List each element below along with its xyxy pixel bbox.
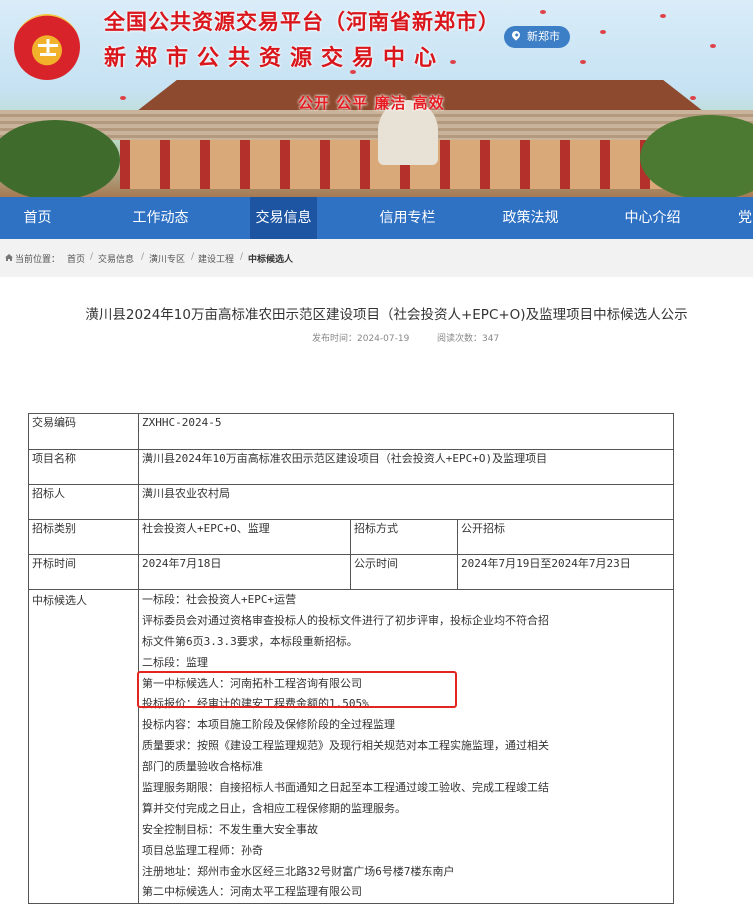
highlight-box	[137, 671, 457, 708]
location-label: 新郑市	[527, 30, 560, 43]
platform-title: 全国公共资源交易平台（河南省新郑市）	[104, 10, 500, 34]
location-pin-icon	[510, 29, 522, 41]
main-nav: 首页 工作动态 交易信息 信用专栏 政策法规 中心介绍 党	[0, 197, 753, 239]
breadcrumb-separator: /	[240, 252, 244, 262]
trade-no-label: 交易编码	[28, 413, 139, 450]
project-name-label: 项目名称	[28, 449, 139, 485]
project-name-value: 潢川县2024年10万亩高标准农田示范区建设项目（社会投资人+EPC+O)及监理…	[138, 449, 674, 485]
table-row: 中标候选人 一标段：社会投资人+EPC+运营 评标委员会对通过资格审查投标人的投…	[28, 588, 674, 904]
nav-item-party[interactable]: 党	[738, 197, 753, 239]
tender-type-value: 社会投资人+EPC+O、监理	[138, 519, 351, 555]
nav-item-trade-info[interactable]: 交易信息	[250, 197, 317, 239]
nav-item-credit[interactable]: 信用专栏	[355, 197, 460, 239]
bid-info-table: 交易编码 ZXHHC-2024-5 项目名称 潢川县2024年10万亩高标准农田…	[28, 413, 674, 904]
table-row: 招标类别 社会投资人+EPC+O、监理 招标方式 公开招标	[28, 519, 674, 555]
candidate-line: 一标段：社会投资人+EPC+运营	[142, 593, 297, 606]
candidate-line: 监理服务期限：自接招标人书面通知之日起至本工程通过竣工验收、完成工程竣工结	[142, 781, 549, 795]
logo-emblem-icon	[38, 39, 58, 56]
candidate-line: 投标内容：本项目施工阶段及保修阶段的全过程监理	[142, 718, 395, 732]
table-row: 招标人 潢川县农业农村局	[28, 484, 674, 520]
view-count: 阅读次数：347	[437, 334, 500, 344]
site-logo[interactable]	[14, 14, 80, 80]
breadcrumb-separator: /	[90, 252, 94, 262]
table-row: 项目名称 潢川县2024年10万亩高标准农田示范区建设项目（社会投资人+EPC+…	[28, 449, 674, 485]
tree-left-image	[0, 120, 120, 197]
candidate-label: 中标候选人	[28, 588, 139, 904]
breadcrumb-trade-info[interactable]: 交易信息	[98, 252, 134, 265]
temple-stairs-image	[0, 110, 753, 140]
candidate-line: 注册地址：郑州市金水区经三北路32号财富广场6号楼7楼东南户	[142, 864, 455, 878]
breadcrumb-separator: /	[191, 252, 195, 262]
breadcrumb-construction[interactable]: 建设工程	[198, 252, 234, 265]
candidate-line: 评标委员会对通过资格审查投标人的投标文件进行了初步评审，投标企业均不符合招	[142, 613, 549, 627]
home-icon	[5, 254, 13, 261]
tender-type-label: 招标类别	[28, 519, 139, 555]
publicity-label: 公示时间	[350, 554, 458, 590]
breadcrumb-home[interactable]: 首页	[67, 252, 85, 265]
location-button[interactable]: 新郑市	[504, 26, 570, 48]
publicity-value: 2024年7月19日至2024年7月23日	[457, 554, 674, 590]
candidate-line: 项目总监理工程师：孙奇	[142, 843, 263, 857]
candidate-line: 安全控制目标：不发生重大安全事故	[142, 822, 318, 836]
candidate-line: 标文件第6页3.3.3要求，本标段重新招标。	[142, 634, 358, 648]
breadcrumb-huangchuan[interactable]: 潢川专区	[149, 252, 185, 265]
nav-item-work-news[interactable]: 工作动态	[108, 197, 213, 239]
tender-method-label: 招标方式	[350, 519, 458, 555]
open-time-label: 开标时间	[28, 554, 139, 590]
header-banner: 全国公共资源交易平台（河南省新郑市） 新郑市公共资源交易中心 新郑市 公开 公平…	[0, 0, 753, 197]
table-row: 交易编码 ZXHHC-2024-5	[28, 413, 674, 450]
table-row: 开标时间 2024年7月18日 公示时间 2024年7月19日至2024年7月2…	[28, 554, 674, 590]
candidate-details: 一标段：社会投资人+EPC+运营 评标委员会对通过资格审查投标人的投标文件进行了…	[138, 588, 674, 904]
candidate-line: 质量要求：按照《建设工程监理规范》及现行相关规范对本工程实施监理，通过相关	[142, 739, 549, 753]
article-title: 潢川县2024年10万亩高标准农田示范区建设项目（社会投资人+EPC+O)及监理…	[85, 307, 688, 323]
candidate-line: 部门的质量验收合格标准	[142, 760, 263, 774]
nav-item-about[interactable]: 中心介绍	[600, 197, 705, 239]
tenderer-label: 招标人	[28, 484, 139, 520]
tenderer-value: 潢川县农业农村局	[138, 484, 674, 520]
breadcrumb-prefix: 当前位置：	[15, 255, 61, 265]
breadcrumb-current: 中标候选人	[248, 255, 294, 265]
trade-no-value: ZXHHC-2024-5	[138, 413, 674, 450]
candidate-line: 算并交付完成之日止，含相应工程保修期的监理服务。	[142, 801, 406, 815]
slogan-text: 公开 公平 廉洁 高效	[298, 94, 445, 112]
tender-method-value: 公开招标	[457, 519, 674, 555]
nav-item-policy[interactable]: 政策法规	[478, 197, 583, 239]
open-time-value: 2024年7月18日	[138, 554, 351, 590]
center-title: 新郑市公共资源交易中心	[104, 46, 446, 71]
breadcrumb-separator: /	[141, 252, 145, 262]
candidate-line: 第二中标候选人：河南太平工程监理有限公司	[142, 885, 362, 899]
publish-date: 发布时间：2024-07-19	[312, 334, 410, 344]
nav-item-home[interactable]: 首页	[0, 197, 75, 239]
